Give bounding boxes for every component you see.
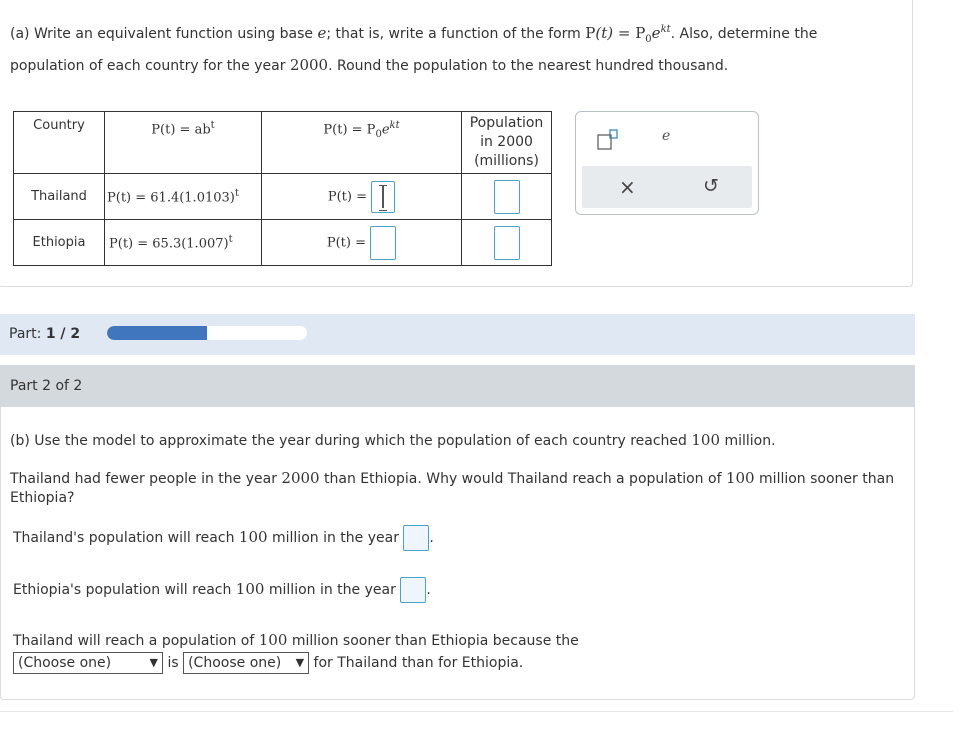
superscript-box-icon[interactable]: [596, 128, 620, 152]
header-country: Country: [13, 111, 105, 174]
row-ab-formula: P(t) = 65.3(1.007)t: [104, 219, 262, 266]
model-table: Country P(t) = abt P(t) = P0ekt Populati…: [13, 111, 552, 266]
part-a-instruction-line1: (a) Write an equivalent function using b…: [10, 24, 817, 45]
reason-select-1[interactable]: (Choose one) ▼: [13, 652, 163, 674]
header-ab-form: P(t) = abt: [104, 111, 262, 174]
bottom-divider: [0, 711, 953, 712]
part-progress-bar: Part: 1 / 2: [0, 314, 915, 355]
math-toolbar: e × ↺: [575, 111, 759, 215]
row-country: Thailand: [13, 173, 105, 220]
table-row-ethiopia: Ethiopia P(t) = 65.3(1.007)t P(t) =: [13, 219, 552, 266]
row-pe-cell: P(t) =: [261, 219, 462, 266]
ethiopia-population-input[interactable]: [493, 225, 520, 260]
chevron-down-icon: ▼: [149, 656, 158, 669]
row-population-cell: [461, 173, 552, 220]
table-row-thailand: Thailand P(t) = 61.4(1.0103)t P(t) =: [13, 173, 552, 220]
ethiopia-year-input[interactable]: [400, 577, 427, 603]
row-country: Ethiopia: [13, 219, 105, 266]
thailand-pe-input[interactable]: [371, 180, 396, 213]
thailand-answer-line: Thailand's population will reach 100 mil…: [13, 525, 434, 551]
chevron-down-icon: ▼: [295, 656, 305, 669]
row-pe-cell: P(t) =: [261, 173, 462, 220]
reason-line1: Thailand will reach a population of 100 …: [13, 631, 579, 649]
why-question-line2: Ethiopia?: [10, 490, 75, 506]
year-2000: 2000: [289, 56, 329, 74]
row-ab-formula: P(t) = 61.4(1.0103)t: [104, 173, 262, 220]
why-question-line1: Thailand had fewer people in the year 20…: [10, 469, 895, 487]
toolbar-actions: × ↺: [582, 166, 752, 208]
thailand-year-input[interactable]: [403, 525, 430, 551]
header-pe-form: P(t) = P0ekt: [261, 111, 462, 174]
instruction-text: . Also, determine the: [670, 26, 818, 42]
instruction-text: . Round the population to the nearest hu…: [328, 58, 729, 74]
base-e: e: [317, 24, 327, 42]
part-progress-label: Part: 1 / 2: [9, 326, 81, 342]
header-population: Population in 2000 (millions): [461, 111, 552, 174]
reason-line2: (Choose one) ▼ is (Choose one) ▼ for Thail…: [13, 652, 523, 674]
row-population-cell: [461, 219, 552, 266]
instruction-text: (a) Write an equivalent function using b…: [10, 26, 318, 42]
ethiopia-answer-line: Ethiopia's population will reach 100 mil…: [13, 577, 431, 603]
progress-track: [107, 326, 307, 340]
e-button[interactable]: e: [662, 128, 670, 144]
undo-icon[interactable]: ↺: [703, 175, 719, 197]
reason-select-2[interactable]: (Choose one) ▼: [183, 652, 310, 674]
instruction-text: ; that is, write a function of the form: [326, 26, 586, 42]
instruction-text: population of each country for the year: [10, 58, 290, 74]
part2-header: Part 2 of 2: [0, 365, 915, 407]
progress-fill: [107, 326, 207, 340]
question-b: (b) Use the model to approximate the yea…: [10, 431, 776, 449]
clear-icon[interactable]: ×: [619, 175, 636, 199]
part-a-instruction-line2: population of each country for the year …: [10, 56, 728, 74]
ethiopia-pe-input[interactable]: [370, 225, 397, 260]
thailand-population-input[interactable]: [493, 179, 520, 214]
form-formula: P(t) = P0ekt: [585, 24, 671, 45]
